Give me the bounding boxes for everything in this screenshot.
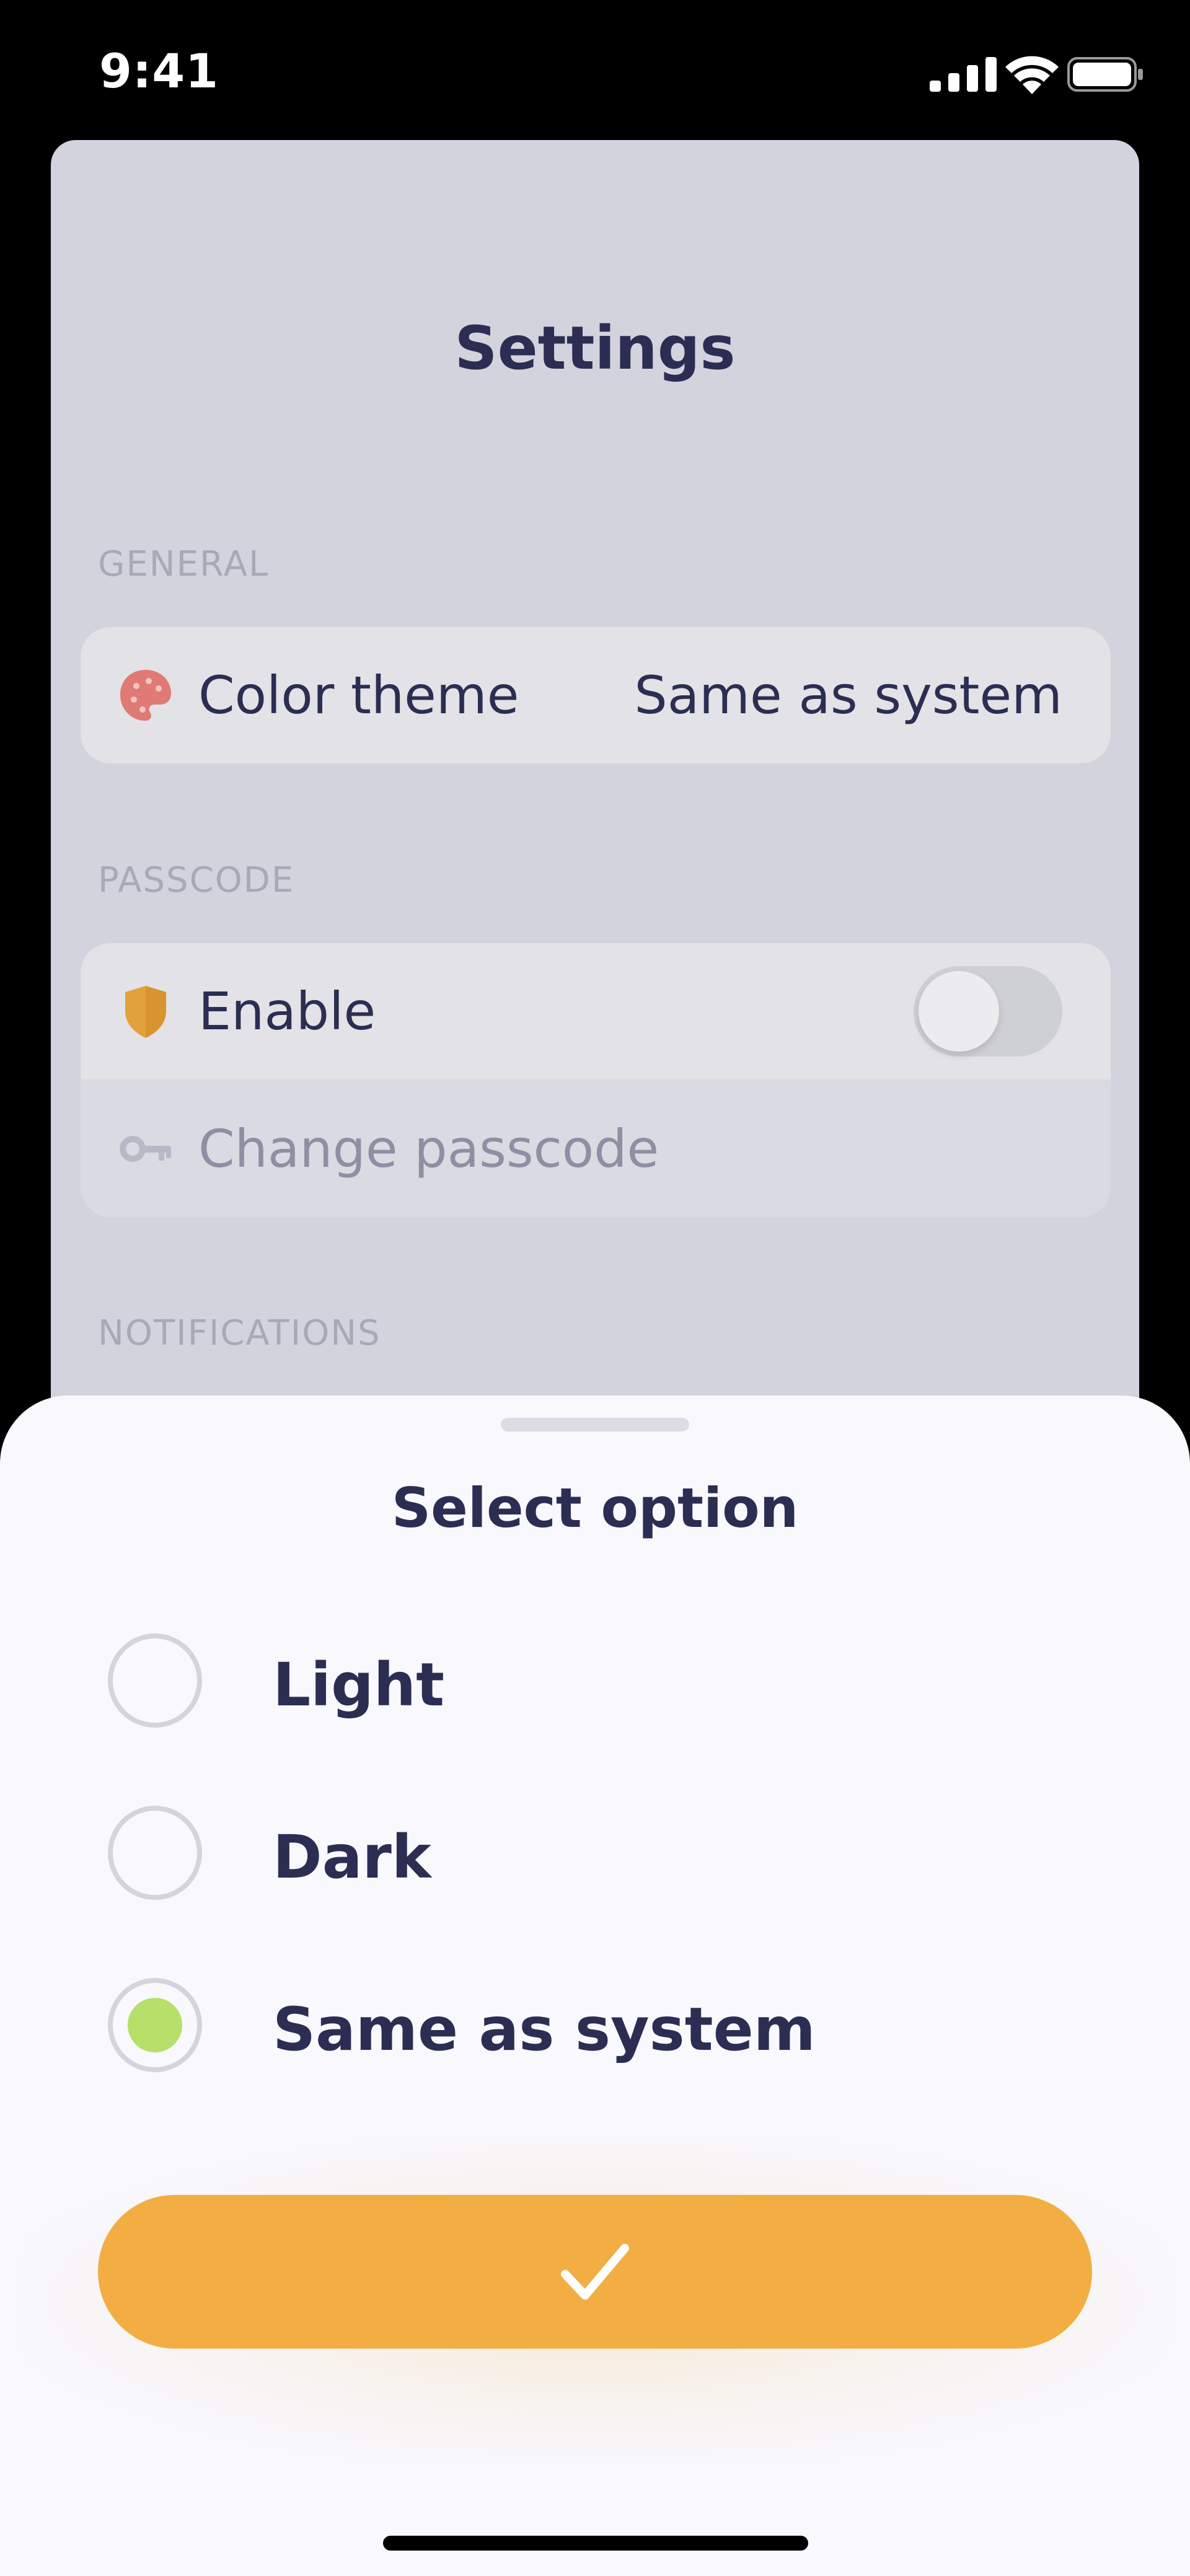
option-label: Light (273, 1650, 445, 1720)
shield-icon (125, 986, 166, 1038)
passcode-group: Enable Change passcode (81, 943, 1111, 1217)
radio-dark[interactable] (108, 1806, 202, 1900)
signal-icon (930, 57, 997, 92)
section-label-general: GENERAL (98, 544, 270, 584)
sheet-title: Select option (391, 1476, 799, 1540)
passcode-toggle[interactable] (914, 966, 1062, 1057)
color-theme-row[interactable]: Color theme Same as system (81, 627, 1111, 763)
option-dark[interactable]: Dark (105, 1801, 1085, 1913)
option-label: Same as system (273, 1995, 816, 2064)
passcode-enable-label: Enable (198, 981, 376, 1042)
key-icon (120, 1136, 171, 1162)
page-title: Settings (454, 314, 736, 383)
general-group: Color theme Same as system (81, 627, 1111, 763)
confirm-button[interactable] (98, 2195, 1092, 2349)
sheet-grabber[interactable] (501, 1418, 689, 1431)
change-passcode-row[interactable]: Change passcode (81, 1081, 1111, 1217)
option-same-as-system[interactable]: Same as system (105, 1974, 1085, 2085)
color-theme-label: Color theme (198, 665, 519, 726)
status-time: 9:41 (99, 43, 219, 99)
option-light[interactable]: Light (105, 1629, 1085, 1741)
passcode-enable-row: Enable (81, 943, 1111, 1079)
battery-icon (1067, 57, 1143, 92)
radio-same-as-system[interactable] (108, 1978, 202, 2072)
section-label-notifications: NOTIFICATIONS (98, 1313, 381, 1353)
color-theme-value: Same as system (634, 665, 1062, 726)
toggle-knob (919, 971, 999, 1052)
option-label: Dark (273, 1822, 431, 1892)
wifi-icon (1005, 56, 1059, 94)
change-passcode-label: Change passcode (198, 1119, 659, 1179)
status-bar: 9:41 (0, 0, 1190, 143)
home-indicator (383, 2536, 808, 2551)
radio-light[interactable] (108, 1633, 202, 1728)
select-option-sheet: Select option Light Dark Same as system (0, 1396, 1190, 2576)
checkmark-icon (561, 2244, 629, 2300)
section-label-passcode: PASSCODE (98, 860, 295, 900)
palette-icon (120, 670, 171, 721)
